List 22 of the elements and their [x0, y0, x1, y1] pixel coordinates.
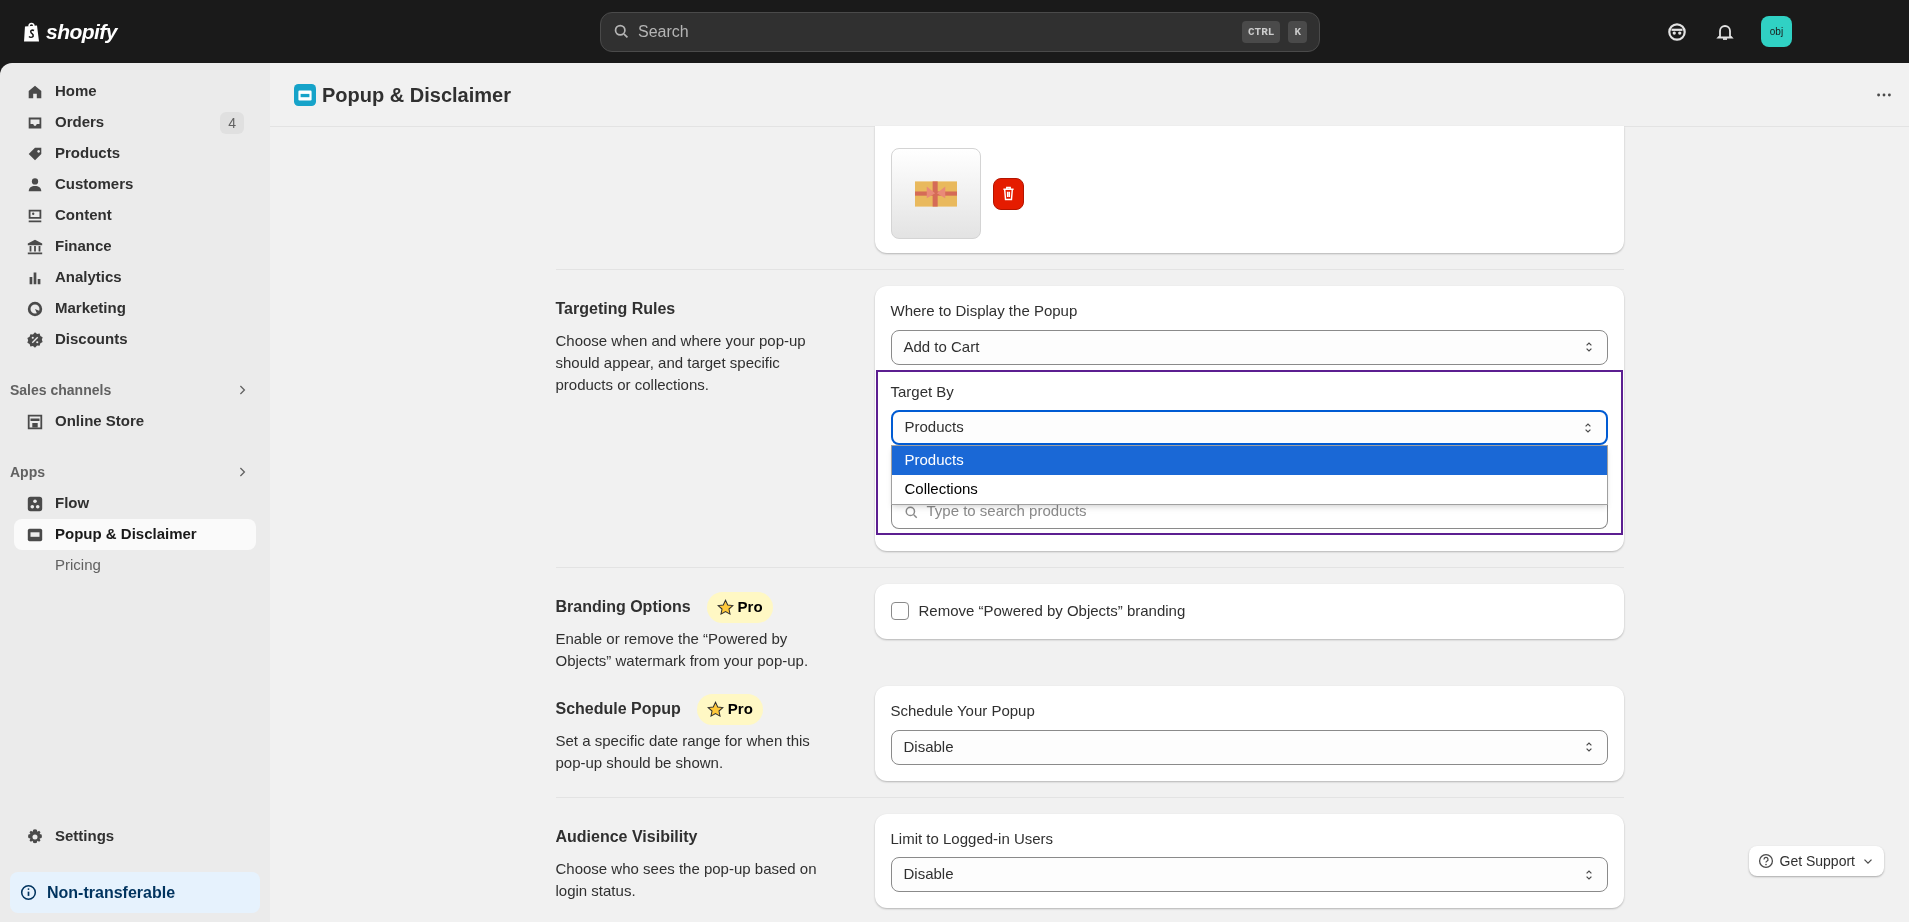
page-title: Popup & Disclaimer: [322, 82, 511, 108]
shortcut-key: CTRL: [1242, 20, 1281, 43]
section-description: Set a specific date range for when this pop-up should be shown.: [555, 731, 811, 773]
pro-badge: Pro: [696, 693, 763, 725]
field-label: Schedule Your Popup: [890, 701, 1036, 721]
section-title: Schedule Popup: [555, 699, 681, 719]
section-description: Choose when and where your pop-up should appear, and target specific products or collections.: [555, 331, 807, 395]
shortcut-key: K: [1288, 20, 1307, 43]
field-label: Where to Display the Popup: [890, 301, 1079, 321]
section-title: Targeting Rules: [555, 299, 676, 319]
section-description: Choose who sees the pop-up based on login status.: [555, 858, 818, 901]
section-title: Audience Visibility: [555, 826, 698, 847]
count-badge: 4: [220, 111, 244, 134]
field-label: Target By: [890, 381, 955, 402]
pro-badge: Pro: [706, 591, 773, 623]
section-title: Branding Options: [555, 597, 691, 617]
section-heading: Apps: [10, 462, 45, 482]
checkbox-label: Remove “Powered by Objects” branding: [918, 601, 1186, 621]
section-description: Enable or remove the “Powered by Objects” watermark from your pop-up.: [555, 629, 810, 671]
section-heading: Sales channels: [10, 380, 112, 400]
logo-text: shopify: [46, 18, 117, 45]
field-label: Limit to Logged-in Users: [890, 828, 1055, 849]
